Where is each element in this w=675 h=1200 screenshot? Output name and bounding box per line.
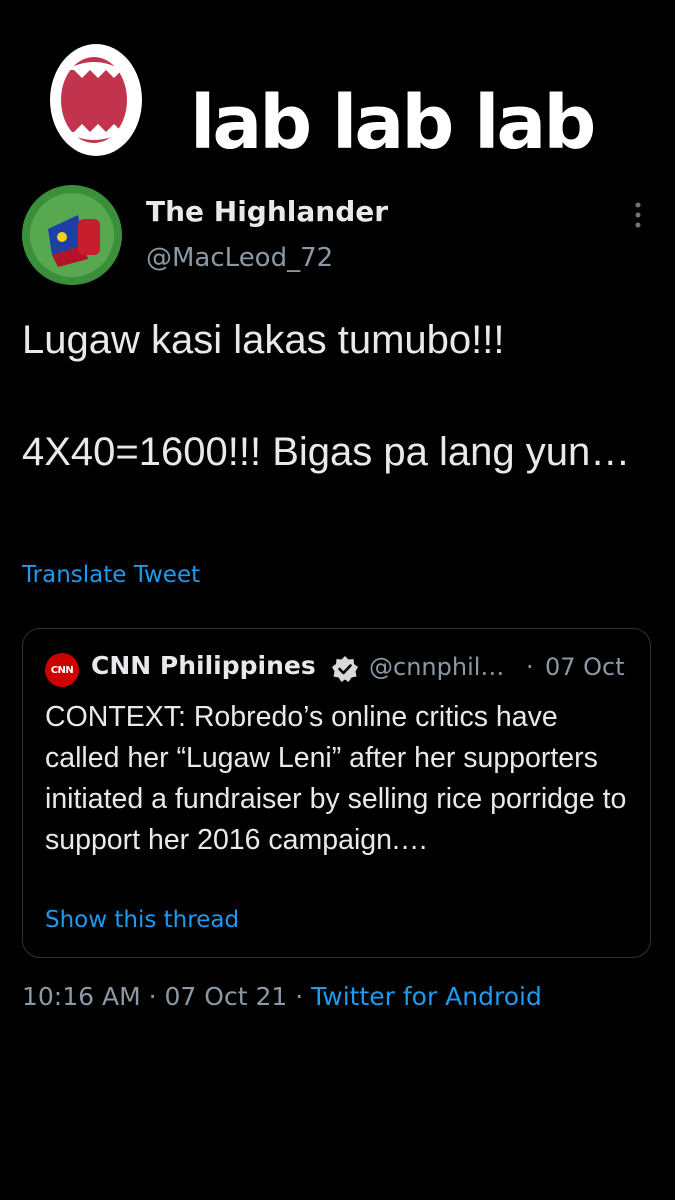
meta-separator: · (140, 982, 165, 1011)
cnn-logo: CNN (45, 653, 79, 687)
translate-tweet-link[interactable]: Translate Tweet (22, 562, 200, 588)
tweet-source-link[interactable]: Twitter for Android (311, 982, 542, 1011)
author-name[interactable]: The Highlander (146, 195, 388, 228)
verified-badge-icon (332, 656, 358, 682)
more-options-icon[interactable] (630, 200, 646, 230)
mouth-icon (50, 44, 142, 156)
quoted-text: CONTEXT: Robredo’s online critics have c… (45, 701, 627, 856)
logo-text: lab lab lab (190, 80, 596, 166)
tweet-metadata: 10:16 AM · 07 Oct 21 · Twitter for Andro… (22, 982, 542, 1011)
tweet-date: 07 Oct 21 (164, 982, 288, 1011)
quoted-tweet-card[interactable]: CNN CNN Philippines @cnnphil… · 07 Oct C… (22, 628, 651, 958)
tweet-text: Lugaw kasi lakas tumubo!!! 4X40=1600!!! … (22, 318, 631, 474)
cnn-logo-text: CNN (50, 664, 74, 676)
quoted-separator: · (526, 653, 534, 681)
author-avatar[interactable] (22, 185, 122, 285)
show-thread-link[interactable]: Show this thread (45, 907, 239, 933)
quoted-author-name: CNN Philippines (91, 651, 316, 680)
quoted-author-handle: @cnnphil… (369, 653, 505, 681)
tweet-time: 10:16 AM (22, 982, 141, 1011)
fist-flag-avatar (22, 185, 122, 285)
meta-separator: · (287, 982, 312, 1011)
quoted-date: 07 Oct (545, 653, 625, 681)
lablablab-logo: lab lab lab (44, 36, 596, 166)
author-handle[interactable]: @MacLeod_72 (146, 243, 333, 273)
